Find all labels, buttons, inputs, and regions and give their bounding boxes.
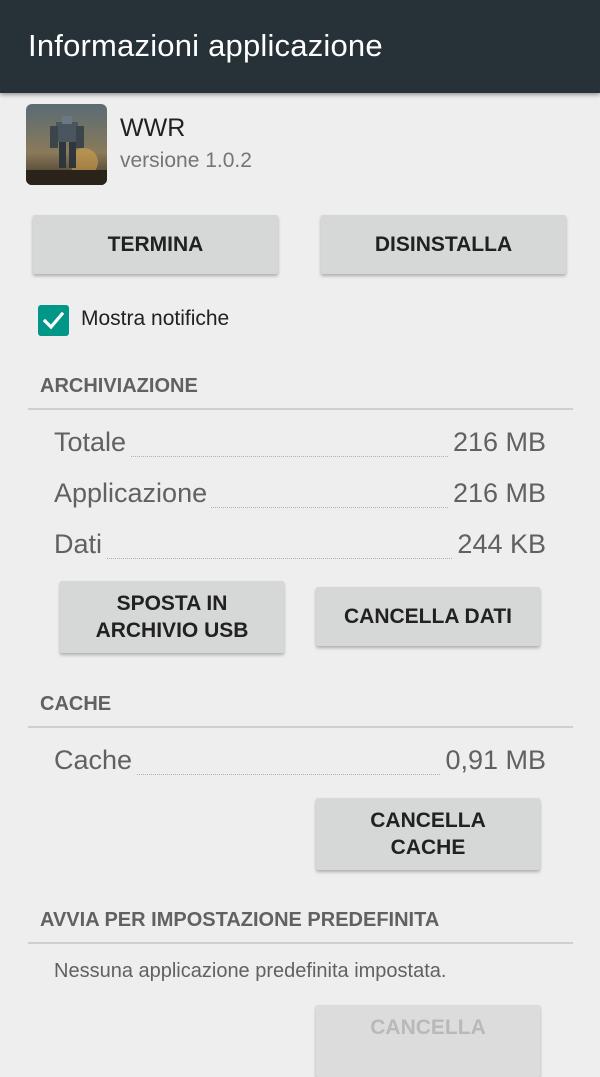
terminate-button[interactable]: TERMINA bbox=[33, 215, 278, 274]
clear-data-button[interactable]: CANCELLA DATI bbox=[316, 587, 540, 646]
divider bbox=[28, 942, 573, 944]
clear-cache-button[interactable]: CANCELLA CACHE bbox=[316, 798, 540, 870]
storage-row-data: Dati 244 KB bbox=[54, 529, 546, 563]
row-value: 0,91 MB bbox=[441, 745, 546, 776]
divider bbox=[28, 726, 573, 728]
row-label: Cache bbox=[54, 745, 137, 776]
section-header-defaults: AVVIA PER IMPOSTAZIONE PREDEFINITA bbox=[40, 909, 440, 931]
section-header-cache: CACHE bbox=[40, 693, 112, 715]
action-bar: Informazioni applicazione bbox=[0, 0, 600, 93]
row-value: 244 KB bbox=[453, 529, 546, 560]
app-version: versione 1.0.2 bbox=[120, 149, 252, 172]
row-value: 216 MB bbox=[448, 478, 546, 509]
move-to-usb-button[interactable]: SPOSTA IN ARCHIVIO USB bbox=[60, 581, 284, 653]
row-label: Dati bbox=[54, 529, 107, 560]
row-value: 216 MB bbox=[448, 427, 546, 458]
divider bbox=[28, 408, 573, 410]
storage-row-total: Totale 216 MB bbox=[54, 427, 546, 461]
clear-defaults-button[interactable]: CANCELLA bbox=[316, 1005, 540, 1077]
app-name: WWR bbox=[120, 114, 186, 142]
notifications-checkbox[interactable] bbox=[38, 305, 69, 336]
app-icon bbox=[26, 104, 107, 185]
check-icon bbox=[42, 311, 65, 330]
notifications-label: Mostra notifiche bbox=[81, 307, 230, 330]
storage-row-application: Applicazione 216 MB bbox=[54, 478, 546, 512]
no-defaults-text: Nessuna applicazione predefinita imposta… bbox=[54, 960, 447, 982]
cache-row: Cache 0,91 MB bbox=[54, 745, 546, 779]
row-label: Totale bbox=[54, 427, 131, 458]
section-header-storage: ARCHIVIAZIONE bbox=[40, 375, 198, 397]
uninstall-button[interactable]: DISINSTALLA bbox=[321, 215, 566, 274]
page-title: Informazioni applicazione bbox=[28, 28, 383, 63]
row-label: Applicazione bbox=[54, 478, 212, 509]
